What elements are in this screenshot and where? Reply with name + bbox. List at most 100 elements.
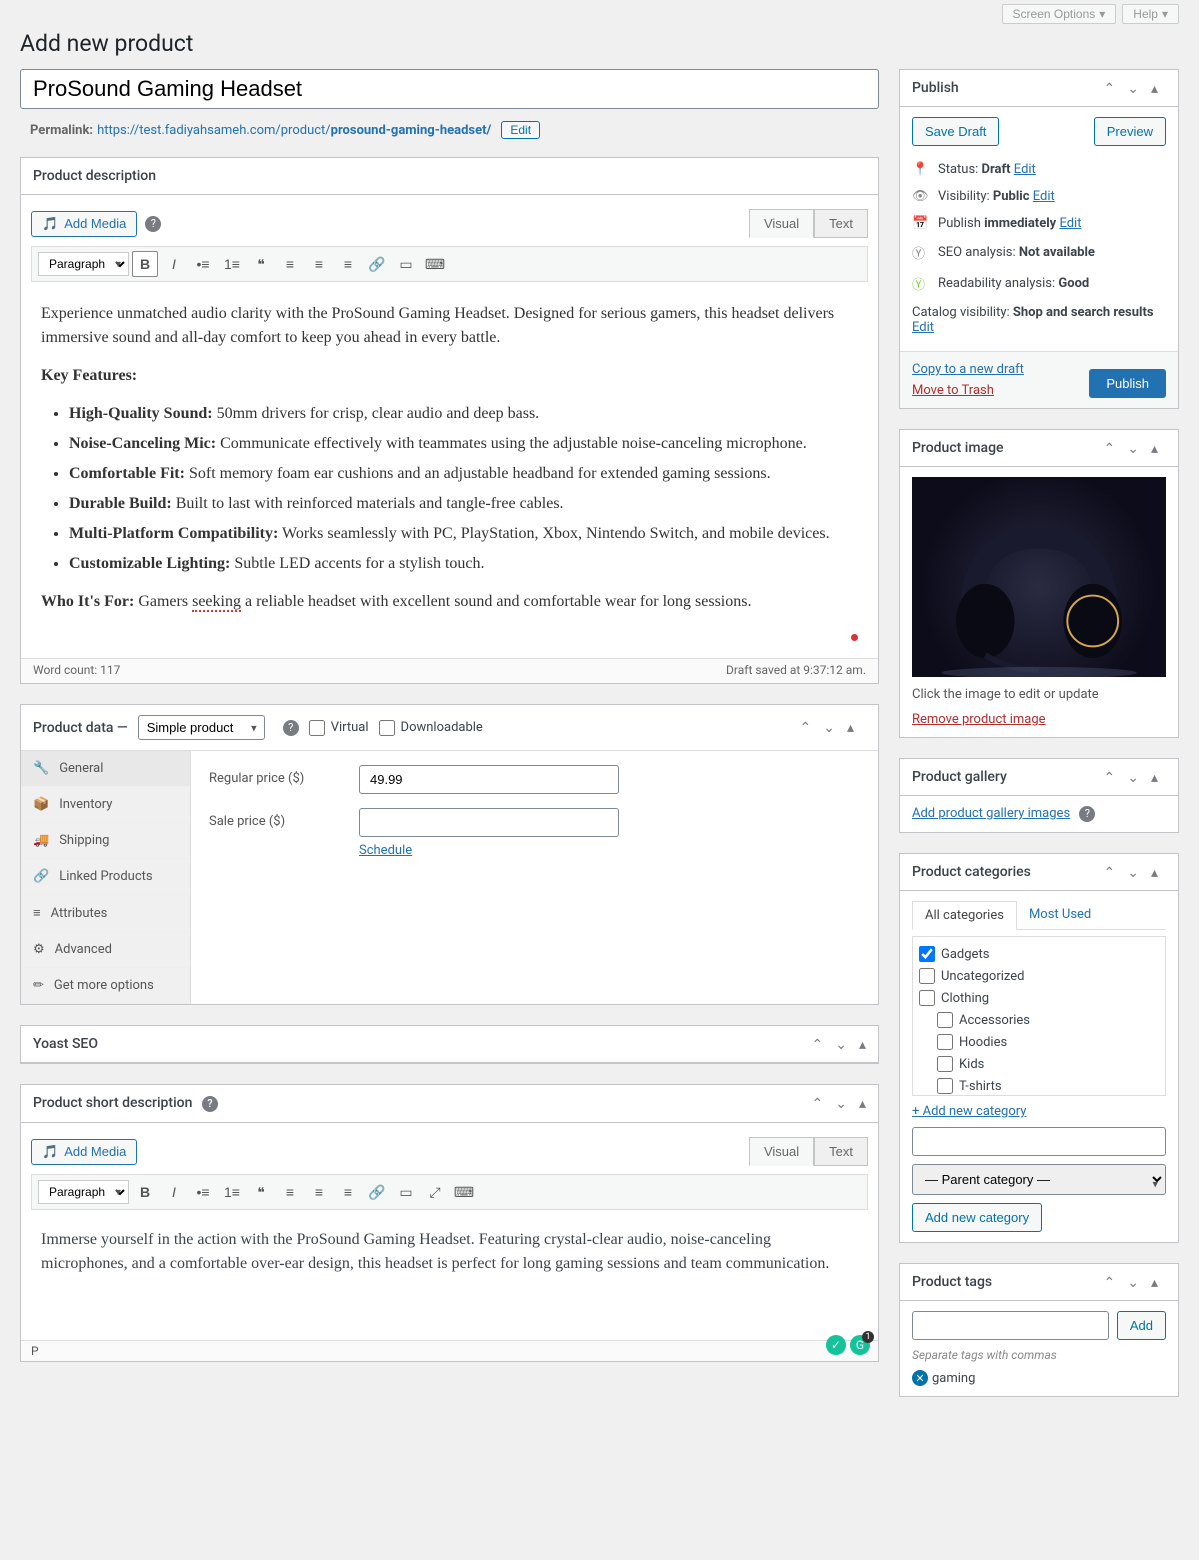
help-icon[interactable]: ? xyxy=(1079,806,1095,822)
panel-up-button[interactable]: ⌃ xyxy=(794,715,818,740)
publish-button[interactable]: Publish xyxy=(1089,369,1166,398)
screen-options-button[interactable]: Screen Options ▾ xyxy=(1002,4,1117,24)
panel-toggle-button[interactable]: ▴ xyxy=(1145,765,1164,790)
tag-input[interactable] xyxy=(912,1311,1109,1340)
panel-toggle-button[interactable]: ▴ xyxy=(1145,76,1164,101)
editor-tab-visual[interactable]: Visual xyxy=(749,209,814,238)
product-data-tab-general[interactable]: 🔧General xyxy=(21,751,190,787)
tag-remove-button[interactable]: ✕ xyxy=(912,1370,928,1386)
align-left-button[interactable]: ≡ xyxy=(277,251,303,277)
panel-down-button[interactable]: ⌄ xyxy=(1121,1270,1145,1295)
move-to-trash-link[interactable]: Move to Trash xyxy=(912,383,994,398)
short-editor-tab-visual[interactable]: Visual xyxy=(749,1137,814,1166)
product-data-tab-get-more-options[interactable]: ✏Get more options xyxy=(21,968,190,1004)
edit-status-link[interactable]: Edit xyxy=(1014,162,1036,177)
product-image-thumbnail[interactable] xyxy=(912,477,1166,677)
add-tag-button[interactable]: Add xyxy=(1117,1311,1166,1340)
more-button[interactable]: ▭ xyxy=(393,1179,419,1205)
product-data-tab-inventory[interactable]: 📦Inventory xyxy=(21,787,190,823)
bold-button[interactable]: B xyxy=(132,251,158,277)
downloadable-checkbox[interactable]: Downloadable xyxy=(379,720,483,736)
preview-button[interactable]: Preview xyxy=(1094,117,1166,146)
remove-image-link[interactable]: Remove product image xyxy=(912,712,1046,727)
align-center-button[interactable]: ≡ xyxy=(306,1179,332,1205)
bold-button[interactable]: B xyxy=(132,1179,158,1205)
panel-toggle-button[interactable]: ▴ xyxy=(1145,1270,1164,1295)
product-data-tab-linked-products[interactable]: 🔗Linked Products xyxy=(21,859,190,895)
panel-down-button[interactable]: ⌄ xyxy=(1121,860,1145,885)
product-type-select[interactable]: Simple product xyxy=(138,715,265,740)
help-icon[interactable]: ? xyxy=(145,216,161,232)
add-gallery-images-link[interactable]: Add product gallery images xyxy=(912,806,1070,821)
product-data-tab-advanced[interactable]: ⚙Advanced xyxy=(21,932,190,968)
permalink-edit-button[interactable]: Edit xyxy=(501,121,540,139)
edit-visibility-link[interactable]: Edit xyxy=(1033,189,1055,204)
new-category-input[interactable] xyxy=(912,1127,1166,1156)
align-center-button[interactable]: ≡ xyxy=(306,251,332,277)
permalink-link[interactable]: https://test.fadiyahsameh.com/product/pr… xyxy=(97,123,491,138)
panel-toggle-button[interactable]: ▴ xyxy=(853,1091,872,1116)
edit-publish-date-link[interactable]: Edit xyxy=(1059,216,1081,231)
panel-up-button[interactable]: ⌃ xyxy=(806,1091,830,1116)
category-item[interactable]: Clothing xyxy=(919,987,1159,1009)
panel-up-button[interactable]: ⌃ xyxy=(1098,436,1122,461)
add-media-button-short[interactable]: 🎵 Add Media xyxy=(31,1139,137,1165)
panel-down-button[interactable]: ⌄ xyxy=(829,1032,853,1057)
format-select[interactable]: Paragraph xyxy=(38,252,129,276)
align-right-button[interactable]: ≡ xyxy=(335,1179,361,1205)
quote-button[interactable]: ❝ xyxy=(248,1179,274,1205)
panel-up-button[interactable]: ⌃ xyxy=(1098,76,1122,101)
categories-tab-all[interactable]: All categories xyxy=(912,901,1017,930)
sale-price-input[interactable] xyxy=(359,808,619,837)
bullet-list-button[interactable]: •≡ xyxy=(190,251,216,277)
align-left-button[interactable]: ≡ xyxy=(277,1179,303,1205)
copy-draft-link[interactable]: Copy to a new draft xyxy=(912,362,1024,377)
panel-down-button[interactable]: ⌄ xyxy=(829,1091,853,1116)
panel-up-button[interactable]: ⌃ xyxy=(1098,765,1122,790)
numbered-list-button[interactable]: 1≡ xyxy=(219,251,245,277)
panel-down-button[interactable]: ⌄ xyxy=(1121,436,1145,461)
link-button[interactable]: 🔗 xyxy=(364,1179,390,1205)
category-item[interactable]: T-shirts xyxy=(919,1075,1159,1096)
schedule-link[interactable]: Schedule xyxy=(359,843,412,858)
panel-down-button[interactable]: ⌄ xyxy=(1121,76,1145,101)
categories-tab-used[interactable]: Most Used xyxy=(1017,901,1103,929)
toolbar-toggle-button[interactable]: ⌨ xyxy=(422,251,448,277)
category-item[interactable]: Gadgets xyxy=(919,943,1159,965)
panel-up-button[interactable]: ⌃ xyxy=(806,1032,830,1057)
panel-toggle-button[interactable]: ▴ xyxy=(1145,860,1164,885)
edit-catalog-link[interactable]: Edit xyxy=(912,320,934,335)
save-draft-button[interactable]: Save Draft xyxy=(912,117,999,146)
help-button[interactable]: Help ▾ xyxy=(1122,4,1179,24)
numbered-list-button[interactable]: 1≡ xyxy=(219,1179,245,1205)
editor-content-area[interactable]: Experience unmatched audio clarity with … xyxy=(21,282,878,658)
add-media-button[interactable]: 🎵 Add Media xyxy=(31,211,137,237)
product-data-tab-attributes[interactable]: ≡Attributes xyxy=(21,895,190,932)
quote-button[interactable]: ❝ xyxy=(248,251,274,277)
category-item[interactable]: Hoodies xyxy=(919,1031,1159,1053)
italic-button[interactable]: I xyxy=(161,1179,187,1205)
more-button[interactable]: ▭ xyxy=(393,251,419,277)
parent-category-select[interactable]: — Parent category — xyxy=(912,1164,1166,1195)
panel-up-button[interactable]: ⌃ xyxy=(1098,1270,1122,1295)
short-editor-tab-text[interactable]: Text xyxy=(814,1137,868,1166)
editor-tab-text[interactable]: Text xyxy=(814,209,868,238)
product-title-input[interactable] xyxy=(20,69,879,109)
short-editor-content-area[interactable]: Immerse yourself in the action with the … xyxy=(21,1210,878,1340)
link-button[interactable]: 🔗 xyxy=(364,251,390,277)
add-new-category-link[interactable]: + Add new category xyxy=(912,1096,1166,1127)
add-category-button[interactable]: Add new category xyxy=(912,1203,1042,1232)
panel-toggle-button[interactable]: ▴ xyxy=(841,715,860,740)
align-right-button[interactable]: ≡ xyxy=(335,251,361,277)
regular-price-input[interactable] xyxy=(359,765,619,794)
panel-up-button[interactable]: ⌃ xyxy=(1098,860,1122,885)
fullscreen-button[interactable]: ⤢ xyxy=(422,1179,448,1205)
bullet-list-button[interactable]: •≡ xyxy=(190,1179,216,1205)
panel-toggle-button[interactable]: ▴ xyxy=(853,1032,872,1057)
category-item[interactable]: Accessories xyxy=(919,1009,1159,1031)
panel-toggle-button[interactable]: ▴ xyxy=(1145,436,1164,461)
format-select-short[interactable]: Paragraph xyxy=(38,1180,129,1204)
panel-down-button[interactable]: ⌄ xyxy=(817,715,841,740)
category-item[interactable]: Uncategorized xyxy=(919,965,1159,987)
toolbar-toggle-button[interactable]: ⌨ xyxy=(451,1179,477,1205)
